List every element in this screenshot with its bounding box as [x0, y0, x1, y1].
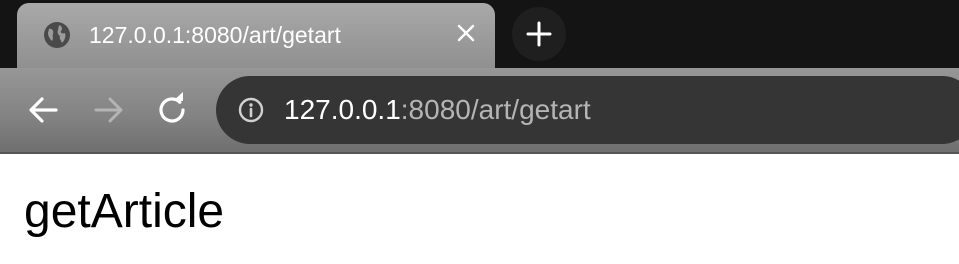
info-icon[interactable] — [238, 97, 264, 123]
back-button[interactable] — [24, 90, 64, 130]
plus-icon — [526, 21, 552, 47]
url-text[interactable]: 127.0.0.1:8080/art/getart — [284, 94, 591, 126]
globe-icon — [44, 22, 70, 48]
new-tab-button[interactable] — [512, 7, 566, 61]
url-host: 127.0.0.1 — [284, 94, 401, 125]
address-bar[interactable]: 127.0.0.1:8080/art/getart — [216, 76, 959, 144]
toolbar: 127.0.0.1:8080/art/getart — [0, 68, 959, 154]
page-heading: getArticle — [24, 185, 225, 238]
reload-icon — [159, 92, 185, 123]
active-tab[interactable]: 127.0.0.1:8080/art/getart — [17, 3, 495, 69]
close-icon[interactable] — [453, 20, 479, 46]
url-path: :8080/art/getart — [400, 94, 591, 125]
tab-title: 127.0.0.1:8080/art/getart — [89, 22, 341, 48]
arrow-right-icon — [94, 97, 123, 123]
page-content: getArticle — [0, 154, 959, 264]
arrow-left-icon — [29, 97, 58, 123]
browser-window: 127.0.0.1:8080/art/getart 127.0.0.1:8080… — [0, 0, 959, 264]
forward-button[interactable] — [88, 90, 128, 130]
tab-strip: 127.0.0.1:8080/art/getart — [0, 0, 959, 69]
reload-button[interactable] — [152, 90, 192, 130]
